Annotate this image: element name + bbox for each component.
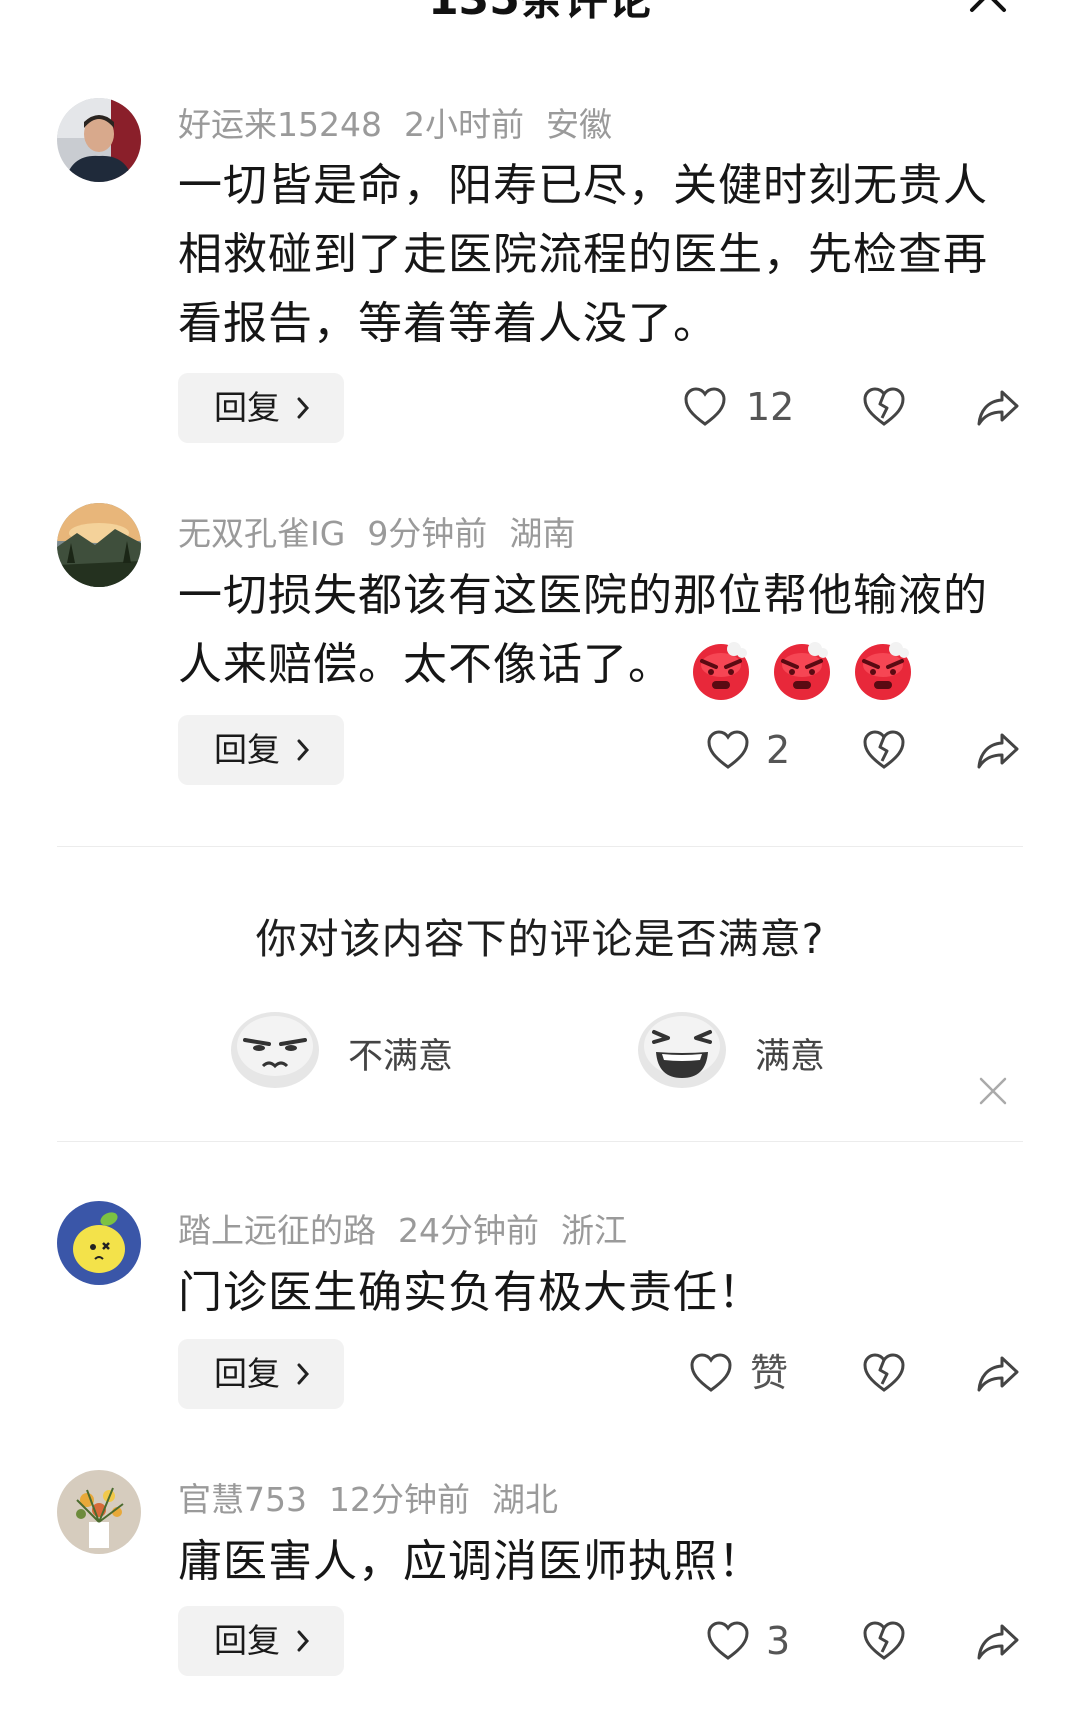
- like-count: 3: [766, 1619, 791, 1663]
- dissatisfied-face-icon[interactable]: [229, 1010, 321, 1090]
- comments-header: 135条评论: [0, 0, 1080, 40]
- angry-face-emoji: [855, 641, 911, 700]
- avatar[interactable]: [57, 1201, 141, 1285]
- close-icon[interactable]: [978, 1076, 1008, 1106]
- heart-icon[interactable]: [683, 386, 727, 428]
- comment-time: 9分钟前: [367, 514, 488, 553]
- username[interactable]: 官慧753: [178, 1480, 307, 1519]
- heart-icon[interactable]: [689, 1352, 733, 1394]
- like-count: 赞: [750, 1351, 789, 1395]
- comment-text: 一切皆是命，阳寿已尽，关健时刻无贵人相救碰到了走医院流程的医生，先检查再看报告，…: [178, 160, 988, 349]
- broken-heart-icon[interactable]: [862, 1620, 906, 1662]
- comment-location: 安徽: [545, 105, 612, 144]
- divider: [57, 846, 1023, 847]
- comment-time: 2小时前: [403, 105, 524, 144]
- username[interactable]: 无双孔雀IG: [178, 514, 345, 553]
- avatar[interactable]: [57, 1470, 141, 1554]
- username[interactable]: 好运来15248: [178, 105, 382, 144]
- comment-time: 12分钟前: [329, 1480, 470, 1519]
- share-icon[interactable]: [976, 731, 1020, 771]
- username[interactable]: 踏上远征的路: [178, 1211, 376, 1250]
- divider: [57, 1141, 1023, 1142]
- comment-meta: 踏上远征的路 24分钟前 浙江: [178, 1204, 649, 1252]
- reply-button[interactable]: 回复: [178, 1606, 344, 1676]
- chevron-right-icon: [297, 397, 310, 419]
- reply-button[interactable]: 回复: [178, 373, 344, 443]
- reply-button[interactable]: 回复: [178, 1339, 344, 1409]
- reply-label: 回复: [214, 388, 280, 427]
- comment-location: 湖北: [492, 1480, 558, 1519]
- avatar[interactable]: [57, 98, 141, 182]
- close-icon[interactable]: [966, 0, 1010, 16]
- comment-location: 湖南: [509, 514, 576, 553]
- dissatisfied-label[interactable]: 不满意: [348, 1028, 453, 1079]
- comment-text: 一切损失都该有这医院的那位帮他输液的人来赔偿。太不像话了。: [178, 561, 1008, 702]
- comment-text: 庸医害人，应调消医师执照！: [178, 1536, 763, 1587]
- comment-meta: 好运来15248 2小时前 安徽: [178, 98, 634, 146]
- comment-time: 24分钟前: [398, 1211, 539, 1250]
- share-icon[interactable]: [976, 388, 1020, 428]
- avatar[interactable]: [57, 503, 141, 587]
- satisfied-label[interactable]: 满意: [755, 1028, 825, 1079]
- reply-label: 回复: [214, 1621, 280, 1660]
- broken-heart-icon[interactable]: [862, 1352, 906, 1394]
- angry-face-emoji: [693, 641, 749, 700]
- broken-heart-icon[interactable]: [862, 729, 906, 771]
- reply-button[interactable]: 回复: [178, 715, 344, 785]
- like-count: 12: [746, 385, 795, 429]
- comment-count-title: 135条评论: [0, 0, 1080, 30]
- share-icon[interactable]: [976, 1622, 1020, 1662]
- angry-face-emoji: [774, 641, 830, 700]
- chevron-right-icon: [297, 1363, 310, 1385]
- comment-location: 浙江: [561, 1211, 627, 1250]
- reply-label: 回复: [214, 730, 280, 769]
- heart-icon[interactable]: [706, 1620, 750, 1662]
- broken-heart-icon[interactable]: [862, 386, 906, 428]
- chevron-right-icon: [297, 1630, 310, 1652]
- survey-question: 你对该内容下的评论是否满意?: [255, 915, 825, 963]
- chevron-right-icon: [297, 739, 310, 761]
- angry-face-emoji-group: [688, 633, 916, 702]
- comment-meta: 无双孔雀IG 9分钟前 湖南: [178, 507, 597, 555]
- reply-label: 回复: [214, 1354, 280, 1393]
- heart-icon[interactable]: [706, 729, 750, 771]
- comment-text: 门诊医生确实负有极大责任！: [178, 1267, 763, 1318]
- comment-meta: 官慧753 12分钟前 湖北: [178, 1473, 580, 1521]
- share-icon[interactable]: [976, 1354, 1020, 1394]
- like-count: 2: [766, 728, 791, 772]
- satisfied-face-icon[interactable]: [636, 1010, 728, 1090]
